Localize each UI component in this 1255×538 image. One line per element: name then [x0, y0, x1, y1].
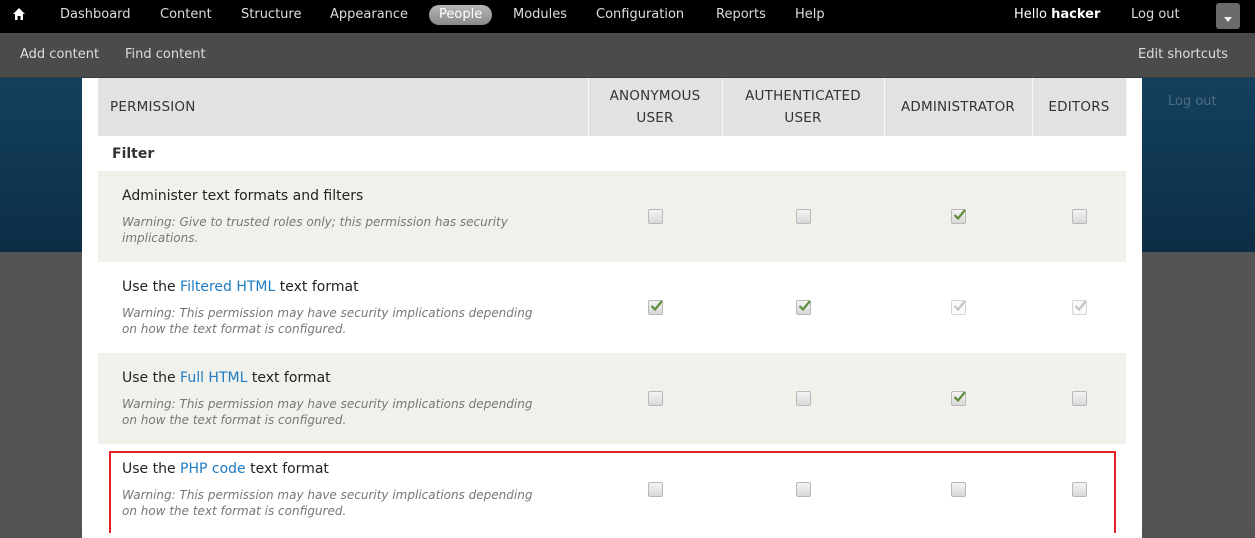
checkbox-cell — [722, 171, 884, 262]
checkbox-administrator[interactable] — [950, 391, 966, 406]
checkmark-icon — [1074, 300, 1087, 312]
permission-title-suffix: text format — [275, 278, 359, 295]
header-editors: EDITORS — [1032, 78, 1127, 136]
checkbox-cell — [1032, 171, 1126, 262]
header-permission: PERMISSION — [98, 78, 589, 136]
checkbox-cell — [884, 444, 1032, 535]
permission-row: Use the Filtered HTML text format Warning… — [98, 262, 1126, 353]
greeting-prefix: Hello — [1014, 7, 1052, 22]
home-link[interactable] — [8, 6, 30, 26]
permission-description: Use the PHP code text format Warning: Thi… — [98, 444, 588, 535]
permission-warning: Warning: Give to trusted roles only; thi… — [122, 214, 508, 245]
menu-item-help[interactable]: Help — [795, 7, 825, 22]
checkbox-cell — [1032, 444, 1126, 535]
checkbox-cell — [588, 353, 722, 444]
permission-row: Use the Full HTML text format Warning: Th… — [98, 353, 1126, 444]
shortcut-find-content[interactable]: Find content — [125, 47, 206, 62]
checkbox-anonymous-user[interactable] — [647, 300, 663, 315]
permission-title-suffix: text format — [245, 460, 329, 477]
permission-title-text: Use the — [122, 460, 181, 477]
checkbox-cell — [1032, 353, 1126, 444]
header-administrator: ADMINISTRATOR — [884, 78, 1033, 136]
checkbox-cell — [722, 353, 884, 444]
text-format-link-php-code[interactable]: PHP code — [180, 461, 246, 477]
permission-title: Use the Full HTML text format — [122, 370, 588, 386]
permission-warning: Warning: This permission may have securi… — [122, 396, 533, 427]
admin-toolbar: Dashboard Content Structure Appearance P… — [0, 0, 1255, 33]
background-logout-link: Log out — [1168, 94, 1217, 109]
checkbox-editors — [1071, 300, 1087, 315]
checkbox-cell — [884, 262, 1032, 353]
checkbox-anonymous-user[interactable] — [647, 482, 663, 497]
permission-row: Use the PHP code text format Warning: Thi… — [98, 444, 1126, 535]
checkmark-icon — [953, 209, 966, 221]
menu-item-content[interactable]: Content — [160, 7, 212, 22]
menu-item-configuration[interactable]: Configuration — [596, 7, 684, 22]
shortcuts-bar: Add content Find content Edit shortcuts — [0, 33, 1255, 78]
text-format-link-full-html[interactable]: Full HTML — [180, 370, 247, 386]
shortcuts-toggle-button[interactable] — [1216, 3, 1240, 29]
checkbox-cell — [722, 444, 884, 535]
header-anonymous-user: ANONYMOUS USER — [588, 78, 723, 136]
checkbox-editors[interactable] — [1071, 482, 1087, 497]
menu-item-people[interactable]: People — [429, 5, 493, 25]
menu-item-dashboard[interactable]: Dashboard — [60, 7, 131, 22]
checkbox-cell — [588, 171, 722, 262]
header-authenticated-user: AUTHENTICATED USER — [722, 78, 885, 136]
checkbox-anonymous-user[interactable] — [647, 209, 663, 224]
checkbox-authenticated-user[interactable] — [795, 391, 811, 406]
overlay-panel: PERMISSION ANONYMOUS USER AUTHENTICATED … — [82, 78, 1142, 538]
permission-description: Use the Filtered HTML text format Warning… — [98, 262, 588, 353]
permission-row: Administer text formats and filters Warni… — [98, 171, 1126, 262]
permission-title: Use the PHP code text format — [122, 461, 588, 477]
shortcut-add-content[interactable]: Add content — [20, 47, 99, 62]
checkbox-administrator[interactable] — [950, 482, 966, 497]
checkbox-administrator — [950, 300, 966, 315]
permission-description: Use the Full HTML text format Warning: Th… — [98, 353, 588, 444]
checkbox-authenticated-user[interactable] — [795, 300, 811, 315]
checkbox-editors[interactable] — [1071, 209, 1087, 224]
checkbox-cell — [588, 444, 722, 535]
checkbox-cell — [722, 262, 884, 353]
menu-item-modules[interactable]: Modules — [513, 7, 567, 22]
chevron-down-icon — [1223, 14, 1233, 29]
permission-warning: Warning: This permission may have securi… — [122, 487, 533, 518]
menu-item-structure[interactable]: Structure — [241, 7, 301, 22]
edit-shortcuts-link[interactable]: Edit shortcuts — [1138, 47, 1228, 62]
checkbox-administrator[interactable] — [950, 209, 966, 224]
table-header-row: PERMISSION ANONYMOUS USER AUTHENTICATED … — [98, 78, 1127, 136]
permission-title-suffix: text format — [247, 369, 331, 386]
permission-title-text: Use the — [122, 278, 181, 295]
checkbox-cell — [884, 353, 1032, 444]
checkbox-cell — [1032, 262, 1126, 353]
permission-warning: Warning: This permission may have securi… — [122, 305, 533, 336]
checkbox-cell — [588, 262, 722, 353]
module-row: Filter — [98, 136, 1126, 171]
permission-title: Administer text formats and filters — [122, 188, 588, 204]
checkbox-anonymous-user[interactable] — [647, 391, 663, 406]
logout-link[interactable]: Log out — [1131, 7, 1180, 22]
permissions-table: PERMISSION ANONYMOUS USER AUTHENTICATED … — [98, 78, 1127, 535]
checkmark-icon — [953, 300, 966, 312]
menu-item-reports[interactable]: Reports — [716, 7, 766, 22]
checkbox-authenticated-user[interactable] — [795, 482, 811, 497]
checkbox-authenticated-user[interactable] — [795, 209, 811, 224]
checkmark-icon — [953, 391, 966, 403]
checkmark-icon — [650, 300, 663, 312]
home-icon — [12, 7, 26, 25]
text-format-link-filtered-html[interactable]: Filtered HTML — [180, 279, 275, 295]
checkbox-editors[interactable] — [1071, 391, 1087, 406]
menu-item-appearance[interactable]: Appearance — [330, 7, 408, 22]
user-greeting: Hello hacker — [1014, 7, 1100, 22]
permission-title: Use the Filtered HTML text format — [122, 279, 588, 295]
permission-description: Administer text formats and filters Warni… — [98, 171, 588, 262]
checkbox-cell — [884, 171, 1032, 262]
module-name: Filter — [98, 136, 1126, 171]
checkmark-icon — [798, 300, 811, 312]
permission-title-text: Use the — [122, 369, 181, 386]
username-link[interactable]: hacker — [1051, 7, 1100, 22]
permission-title-text: Administer text formats and filters — [122, 187, 364, 204]
